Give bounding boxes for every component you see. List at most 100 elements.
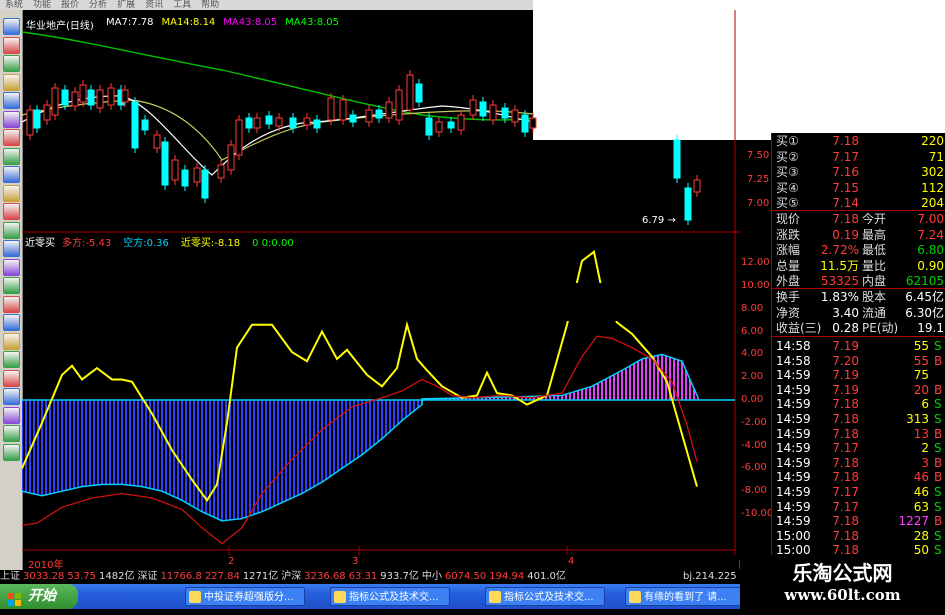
toolbar-tool-icon[interactable]	[3, 73, 20, 91]
status-item: 227.84	[204, 571, 240, 582]
menu-item-7[interactable]: 帮助	[201, 0, 219, 10]
price-axis-tick: 7.50	[747, 150, 770, 161]
taskbar-window-button[interactable]: 指标公式及技术交...	[485, 587, 605, 606]
taskbar-window-button[interactable]: 中投证券超强版分...	[185, 587, 305, 606]
candlestick	[51, 87, 59, 116]
candlestick	[435, 121, 443, 133]
menu-item-1[interactable]: 功能	[33, 0, 51, 10]
toolbar-tool-icon[interactable]	[3, 240, 20, 257]
candlestick	[511, 109, 519, 123]
divider	[772, 336, 945, 337]
indicator-axis-tick: 8.00	[741, 302, 764, 314]
toolbar-tool-icon[interactable]	[3, 36, 20, 54]
tick-price: 7.18	[832, 470, 859, 485]
tick-row: 14:59 7.18 6 S	[774, 396, 945, 412]
taskbar-window-button[interactable]: 指标公式及技术交...	[330, 587, 450, 606]
candlestick	[265, 115, 273, 125]
candlestick	[501, 107, 509, 119]
menu-item-6[interactable]: 工具	[173, 0, 191, 10]
stat-value: 0.19	[832, 227, 859, 242]
bid-volume: 302	[921, 165, 944, 179]
bid-label: 买②	[776, 149, 799, 164]
candlestick	[313, 119, 321, 129]
fundamental-row: 换手 1.83% 股本 6.45亿	[774, 289, 945, 305]
tick-price: 7.17	[832, 485, 859, 499]
toolbar-tool-icon[interactable]	[3, 369, 20, 387]
toolbar-tool-icon[interactable]	[3, 110, 20, 128]
status-item: 401.0亿	[527, 571, 566, 582]
tick-side: B	[934, 514, 943, 529]
fund-value: 19.1	[917, 321, 944, 335]
status-item: 63.31	[348, 571, 378, 582]
status-item: 沪深	[281, 571, 302, 582]
toolbar-tool-icon[interactable]	[3, 166, 20, 183]
toolbar-tool-icon[interactable]	[3, 258, 20, 276]
indicator-axis-tick: 12.00	[741, 257, 770, 269]
indicator-label: 0 0:0.00	[252, 238, 294, 249]
tick-side: S	[934, 441, 942, 456]
status-item: 深证	[137, 571, 158, 582]
indicator-label: 近零买:-8.18	[180, 238, 241, 249]
bid-row[interactable]: 买⑤ 7.14 204	[774, 195, 945, 211]
bid-row[interactable]: 买② 7.17 71	[774, 149, 945, 165]
bid-row[interactable]: 买③ 7.16 302	[774, 164, 945, 180]
candlestick	[171, 159, 179, 181]
menu-item-2[interactable]: 报价	[61, 0, 79, 10]
tick-side: S	[934, 412, 942, 426]
toolbar-tool-icon[interactable]	[3, 221, 20, 239]
window-icon	[629, 591, 641, 603]
toolbar-tool-icon[interactable]	[3, 332, 20, 350]
indicator-legend: 多方:-5.43 空方:0.36 近零买:-8.18 0 0:0.00	[62, 234, 306, 249]
bid-row[interactable]: 买④ 7.15 112	[774, 180, 945, 196]
status-item: 1482亿	[99, 571, 135, 582]
toolbar-tool-icon[interactable]	[3, 406, 20, 424]
menu-item-5[interactable]: 资讯	[145, 0, 163, 10]
indicator-label: 空方:0.36	[123, 238, 169, 249]
menu-item-4[interactable]: 扩展	[117, 0, 135, 10]
toolbar-tool-icon[interactable]	[3, 277, 20, 294]
stat-label: 涨幅	[776, 243, 801, 257]
candlestick	[339, 99, 347, 121]
indicator-axis-tick: -10.00	[741, 508, 774, 519]
candlestick	[521, 114, 529, 133]
toolbar-tool-icon[interactable]	[3, 184, 20, 202]
status-item: 中小	[421, 571, 442, 582]
toolbar-tool-icon[interactable]	[3, 55, 20, 72]
toolbar-tool-icon[interactable]	[3, 129, 20, 146]
toolbar-tool-icon[interactable]	[3, 295, 20, 313]
toolbar-tool-icon[interactable]	[3, 351, 20, 368]
toolbar-tool-icon[interactable]	[3, 425, 20, 442]
toolbar-tool-icon[interactable]	[3, 147, 20, 165]
menu-item-3[interactable]: 分析	[89, 0, 107, 10]
menu-item-0[interactable]: 系统	[5, 0, 23, 10]
start-button[interactable]: 开始	[0, 584, 78, 609]
tick-row: 14:59 7.18 13 B	[774, 426, 945, 442]
tick-volume: 20	[913, 382, 929, 397]
taskbar-window-button[interactable]: 有缘的看到了 请...	[625, 587, 745, 606]
quote-stat-row: 涨跌 0.19 最高 7.24	[774, 227, 945, 243]
toolbar-tool-icon[interactable]	[3, 203, 20, 220]
fund-label: 流通	[862, 305, 887, 320]
occlusion-box	[278, 283, 666, 321]
ma-label: MA14:8.14	[161, 17, 216, 28]
window-icon	[334, 591, 346, 603]
toolbar-tool-icon[interactable]	[3, 92, 20, 109]
toolbar-tool-icon[interactable]	[3, 388, 20, 405]
toolbar-tool-icon[interactable]	[3, 18, 20, 35]
tick-volume: 28	[913, 528, 929, 543]
toolbar-tool-icon[interactable]	[3, 443, 20, 461]
chart-area[interactable]	[22, 10, 740, 555]
tick-price: 7.19	[832, 368, 859, 383]
tick-price: 7.19	[832, 339, 859, 353]
task-label: 指标公式及技术交...	[504, 592, 594, 603]
fund-label: PE(动)	[862, 321, 899, 335]
tick-price: 7.18	[832, 426, 859, 441]
stat-value: 11.5万	[820, 258, 859, 273]
fund-label: 股本	[862, 290, 887, 304]
bid-row[interactable]: 买① 7.18 220	[774, 133, 945, 149]
tick-price: 7.18	[832, 397, 859, 412]
status-item: 1271亿	[242, 571, 279, 582]
tick-volume: 1227	[898, 514, 929, 529]
toolbar-tool-icon[interactable]	[3, 314, 20, 331]
tick-volume: 75	[913, 368, 929, 383]
